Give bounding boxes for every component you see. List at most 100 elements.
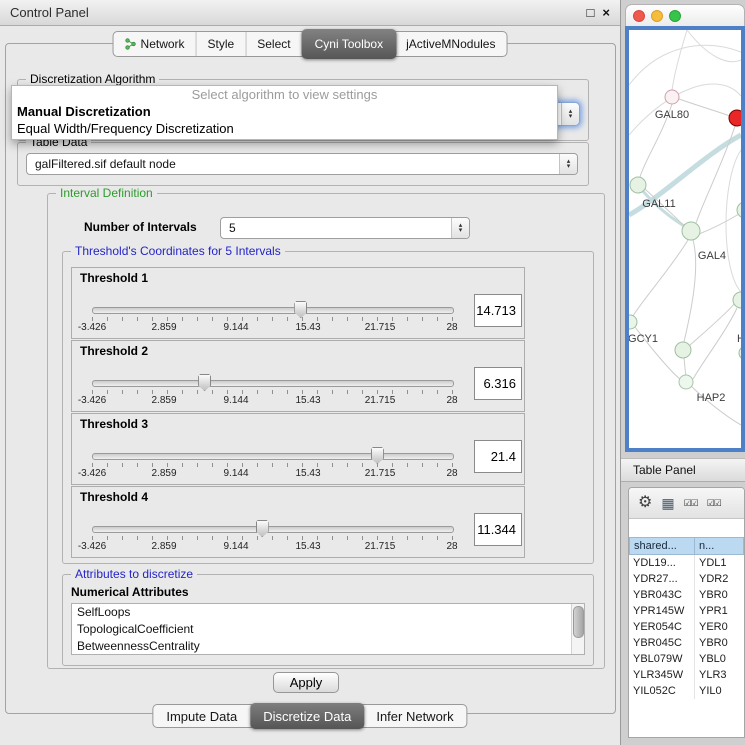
- cell-shared-name[interactable]: YPR145W: [629, 603, 695, 619]
- cell-shared-name[interactable]: YBR043C: [629, 587, 695, 603]
- network-edge[interactable]: [684, 358, 686, 375]
- close-window-icon[interactable]: ×: [602, 6, 610, 20]
- scrollbar-thumb[interactable]: [573, 606, 584, 638]
- threshold-2-value-field[interactable]: 6.316: [474, 367, 522, 400]
- edge-node-2[interactable]: [733, 292, 741, 308]
- threshold-2-label: Threshold 2: [80, 344, 148, 358]
- network-edge[interactable]: [690, 304, 734, 345]
- cell-shared-name[interactable]: YIL052C: [629, 683, 695, 699]
- number-of-intervals-select[interactable]: 5 ▴▾: [220, 217, 470, 239]
- edge-node-3[interactable]: [739, 346, 741, 360]
- slider-thumb[interactable]: [198, 374, 211, 391]
- cell-shared-name[interactable]: YLR345W: [629, 667, 695, 683]
- cell-name[interactable]: YBR0: [695, 635, 744, 651]
- column-header-shared-name[interactable]: shared...: [629, 537, 695, 555]
- threshold-1-slider[interactable]: [92, 307, 454, 314]
- network-edge[interactable]: [629, 45, 741, 85]
- table-row[interactable]: YLR345WYLR3: [629, 667, 744, 683]
- cell-name[interactable]: YDR2: [695, 571, 744, 587]
- table-row[interactable]: YBL079WYBL0: [629, 651, 744, 667]
- column-chooser-icon[interactable]: ▦: [661, 496, 674, 510]
- cell-name[interactable]: YIL0: [695, 683, 744, 699]
- minimize-traffic-light[interactable]: [651, 10, 663, 22]
- table-data-select[interactable]: galFiltered.sif default node ▴▾: [26, 153, 578, 175]
- tick-label: 2.859: [151, 322, 176, 333]
- node-label: GCY1: [629, 333, 658, 345]
- float-window-icon[interactable]: □: [587, 6, 595, 20]
- cell-shared-name[interactable]: YDR27...: [629, 571, 695, 587]
- hap2-node[interactable]: [679, 375, 693, 389]
- table-row[interactable]: YBR045CYBR0: [629, 635, 744, 651]
- network-edge[interactable]: [633, 240, 688, 316]
- threshold-4-slider[interactable]: [92, 526, 454, 533]
- cell-name[interactable]: YPR1: [695, 603, 744, 619]
- tab-style[interactable]: Style: [197, 32, 247, 56]
- table-panel-window: ⚙ ▦ ☑☑ ☑☑ shared... n... YDL19...YDL1 YD…: [628, 487, 745, 738]
- zoom-traffic-light[interactable]: [669, 10, 681, 22]
- algorithm-dropdown-popup: Select algorithm to view settings Manual…: [11, 85, 558, 140]
- slider-thumb[interactable]: [371, 447, 384, 464]
- network-graph[interactable]: GAL80GAL11GAL4GCY1HAP2H: [629, 30, 741, 452]
- threshold-2-slider[interactable]: [92, 380, 454, 387]
- close-traffic-light[interactable]: [633, 10, 645, 22]
- threshold-3-value-field[interactable]: 21.4: [474, 440, 522, 473]
- combo-stepper-icon[interactable]: ▴▾: [451, 218, 469, 238]
- network-edge[interactable]: [672, 30, 687, 90]
- table-row[interactable]: YPR145WYPR1: [629, 603, 744, 619]
- tick-label: 28: [446, 322, 457, 333]
- tick-label: 9.144: [223, 395, 248, 406]
- threshold-3-slider[interactable]: [92, 453, 454, 460]
- network-edge[interactable]: [684, 240, 696, 342]
- edge-node-1[interactable]: [737, 202, 741, 218]
- gal4-node[interactable]: [682, 222, 700, 240]
- tab-cyni-toolbox[interactable]: Cyni Toolbox: [302, 29, 396, 59]
- list-item[interactable]: BetweennessCentrality: [72, 638, 584, 655]
- combo-stepper-icon[interactable]: ▴▾: [559, 154, 577, 174]
- tab-impute-data[interactable]: Impute Data: [153, 705, 251, 727]
- slider-thumb[interactable]: [294, 301, 307, 318]
- dropdown-option-manual[interactable]: Manual Discretization: [12, 103, 557, 120]
- gal11-node[interactable]: [630, 177, 646, 193]
- table-row[interactable]: YIL052CYIL0: [629, 683, 744, 699]
- cell-name[interactable]: YBR0: [695, 587, 744, 603]
- gcy1-node[interactable]: [629, 315, 637, 329]
- tab-infer-network[interactable]: Infer Network: [363, 705, 466, 727]
- tab-network[interactable]: Network: [114, 32, 197, 56]
- tab-jactivemnodules[interactable]: jActiveMNodules: [395, 32, 506, 56]
- table-row[interactable]: YBR043CYBR0: [629, 587, 744, 603]
- network-edge[interactable]: [699, 214, 739, 234]
- list-item[interactable]: SelfLoops: [72, 604, 584, 621]
- tab-select[interactable]: Select: [246, 32, 302, 56]
- table-row[interactable]: YER054CYER0: [629, 619, 744, 635]
- cell-name[interactable]: YBL0: [695, 651, 744, 667]
- cell-shared-name[interactable]: YER054C: [629, 619, 695, 635]
- tab-discretize-data[interactable]: Discretize Data: [250, 703, 364, 729]
- column-header-name[interactable]: n...: [695, 537, 744, 555]
- cell-name[interactable]: YDL1: [695, 555, 744, 571]
- select-all-checkboxes-icon[interactable]: ☑☑: [684, 499, 698, 508]
- selected-red-node[interactable]: [729, 110, 741, 126]
- table-row[interactable]: YDR27...YDR2: [629, 571, 744, 587]
- threshold-4-value-field[interactable]: 11.344: [474, 513, 522, 546]
- apply-button[interactable]: Apply: [273, 672, 339, 693]
- row-checkboxes-icon[interactable]: ☑☑: [707, 499, 721, 508]
- table-row[interactable]: YDL19...YDL1: [629, 555, 744, 571]
- slider-thumb[interactable]: [256, 520, 269, 537]
- cell-shared-name[interactable]: YBR045C: [629, 635, 695, 651]
- inner-node[interactable]: [675, 342, 691, 358]
- cell-shared-name[interactable]: YDL19...: [629, 555, 695, 571]
- tick-label: -3.426: [78, 395, 106, 406]
- gal80-node[interactable]: [665, 90, 679, 104]
- dropdown-option-equal-width[interactable]: Equal Width/Frequency Discretization: [12, 120, 557, 137]
- network-canvas[interactable]: GAL80GAL11GAL4GCY1HAP2H: [625, 26, 745, 452]
- threshold-1-value-field[interactable]: 14.713: [474, 294, 522, 327]
- cell-name[interactable]: YLR3: [695, 667, 744, 683]
- network-edge[interactable]: [693, 308, 737, 379]
- list-item[interactable]: TopologicalCoefficient: [72, 621, 584, 638]
- combo-stepper-icon[interactable]: ▴▾: [561, 103, 579, 125]
- cell-name[interactable]: YER0: [695, 619, 744, 635]
- network-edge[interactable]: [726, 150, 741, 292]
- list-scrollbar[interactable]: [571, 604, 584, 654]
- settings-gear-icon[interactable]: ⚙: [638, 495, 652, 511]
- cell-shared-name[interactable]: YBL079W: [629, 651, 695, 667]
